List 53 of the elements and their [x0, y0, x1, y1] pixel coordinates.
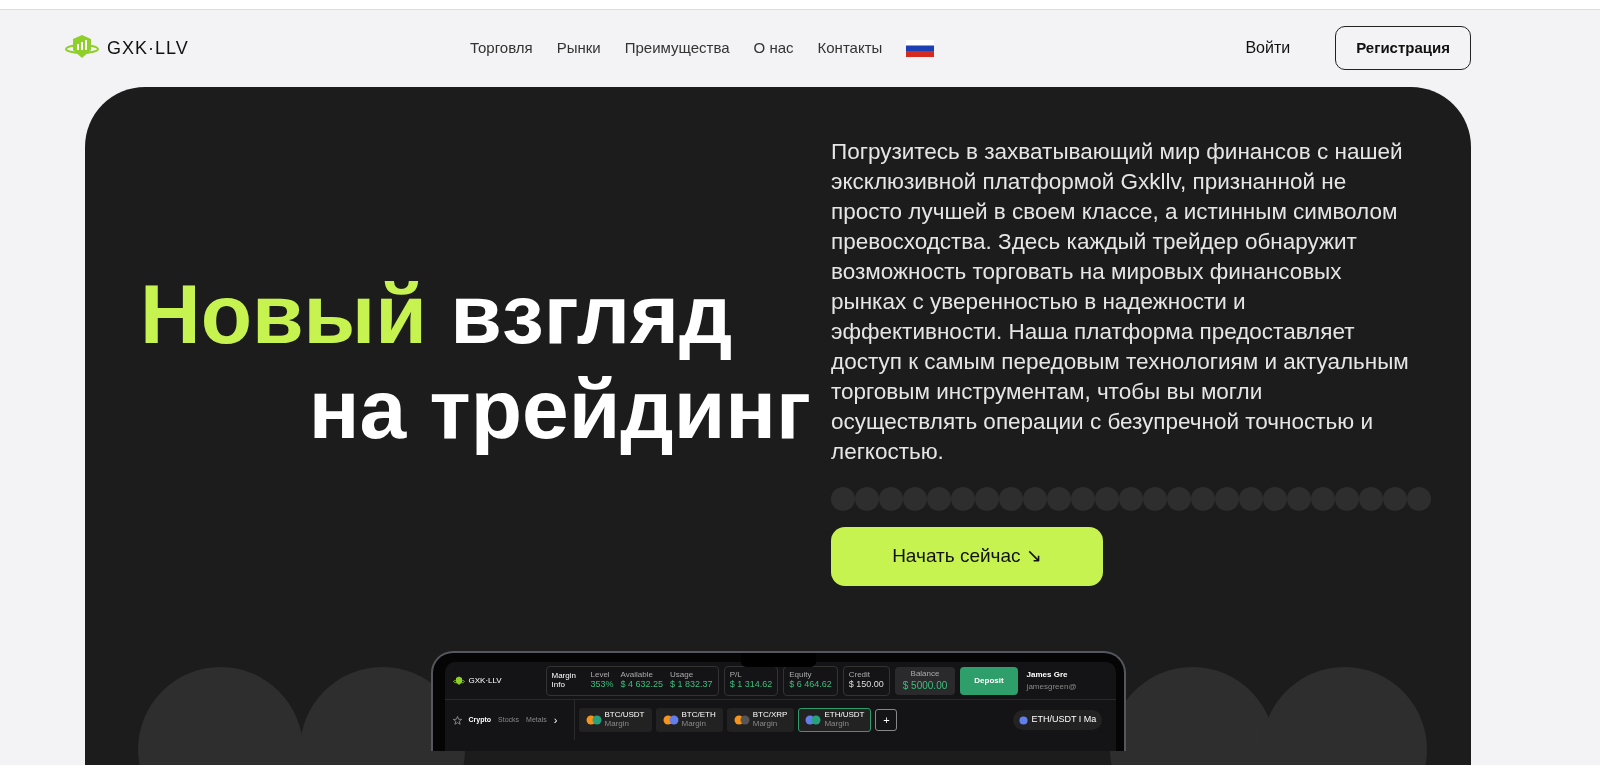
balance-value: $ 5000.00	[902, 678, 948, 693]
stat-value: $ 1 832.37	[670, 679, 713, 690]
flag-icon[interactable]	[906, 39, 935, 57]
panel-title: Margin Info	[551, 671, 577, 690]
stat-label: Usage	[670, 671, 695, 680]
pair-name: BTC/XRP	[752, 711, 788, 720]
stat-value: $ 150.00	[848, 679, 884, 690]
coins-icon	[733, 715, 750, 725]
headline-text: на трейдинг	[307, 361, 811, 457]
pair-tab[interactable]: BTC/ETH Margin	[655, 708, 723, 732]
pair-tab[interactable]: ETH/USDT Margin	[798, 708, 872, 732]
more-chevron[interactable]: ›	[553, 711, 558, 729]
nav-link[interactable]: Рынки	[556, 36, 601, 60]
brand-name: GXK·LLV	[468, 674, 502, 687]
pair-type: Margin	[752, 720, 779, 729]
stat-value: $ 6 464.62	[789, 679, 832, 690]
pair-name: ETH/USDT	[824, 711, 865, 720]
coins-icon	[585, 715, 602, 725]
stat-value: 353%	[590, 679, 614, 690]
balance-label: Balance	[909, 669, 941, 678]
coins-icon	[805, 715, 822, 725]
coins-icon	[662, 715, 679, 725]
headline-text: Новый взгляд	[140, 266, 734, 362]
stat-label: Credit	[848, 671, 872, 680]
stat-value: $ 4 632.25	[620, 679, 664, 690]
nav-link[interactable]: Контакты	[817, 36, 883, 60]
stat-label: Level	[590, 671, 611, 680]
register-button[interactable]: Регистрация	[1335, 25, 1471, 71]
stat-label: Available	[620, 671, 654, 680]
star-icon[interactable]	[452, 715, 462, 725]
nav-link[interactable]: О нас	[753, 36, 794, 60]
nav-link[interactable]: Торговля	[470, 36, 533, 60]
brand-name: GXK·LLV	[107, 36, 189, 60]
pair-name: BTC/USDT	[604, 711, 645, 720]
coin-icon	[1018, 715, 1028, 725]
pair-type: Margin	[824, 720, 850, 729]
add-button[interactable]: +	[875, 709, 898, 731]
ticker-pill[interactable]: ETH/USDT I Ma	[1012, 710, 1103, 730]
user-name: James Gre	[1026, 668, 1069, 681]
logo-icon	[452, 675, 465, 686]
pair-tab[interactable]: BTC/XRP Margin	[726, 708, 795, 732]
login-link[interactable]: Войти	[1245, 36, 1291, 60]
stat-label: P/L	[729, 671, 743, 680]
hero-description: Погрузитесь в захватывающий мир финансов с нашей эксклюзивной платформой Gxkllv, признанной не просто лучшей в своем классе, а истинным символом превосходства. Здесь каждый трейдер обнаружит возможность торговать на мировых финансовых рынках с уверенностью в надежности и эффективности. Наша платформа предоставляет доступ к самым передовым технологиям и актуальным торговым инструментам, чтобы вы могли осуществлять операции с безупречной точностью и легкостью.	[831, 138, 1410, 466]
pair-tab[interactable]: BTC/USDT Margin	[578, 708, 652, 732]
stat-value: $ 1 314.62	[729, 679, 773, 690]
user-email: jamesgreen@	[1026, 680, 1077, 693]
start-button[interactable]: Начать сейчас ↘	[831, 527, 1103, 586]
pair-type: Margin	[681, 720, 707, 729]
nav-link[interactable]: Преимущества	[624, 36, 730, 60]
stat-label: Equity	[789, 671, 813, 680]
pair-name: BTC/ETH	[681, 711, 716, 720]
pair-type: Margin	[604, 720, 630, 729]
